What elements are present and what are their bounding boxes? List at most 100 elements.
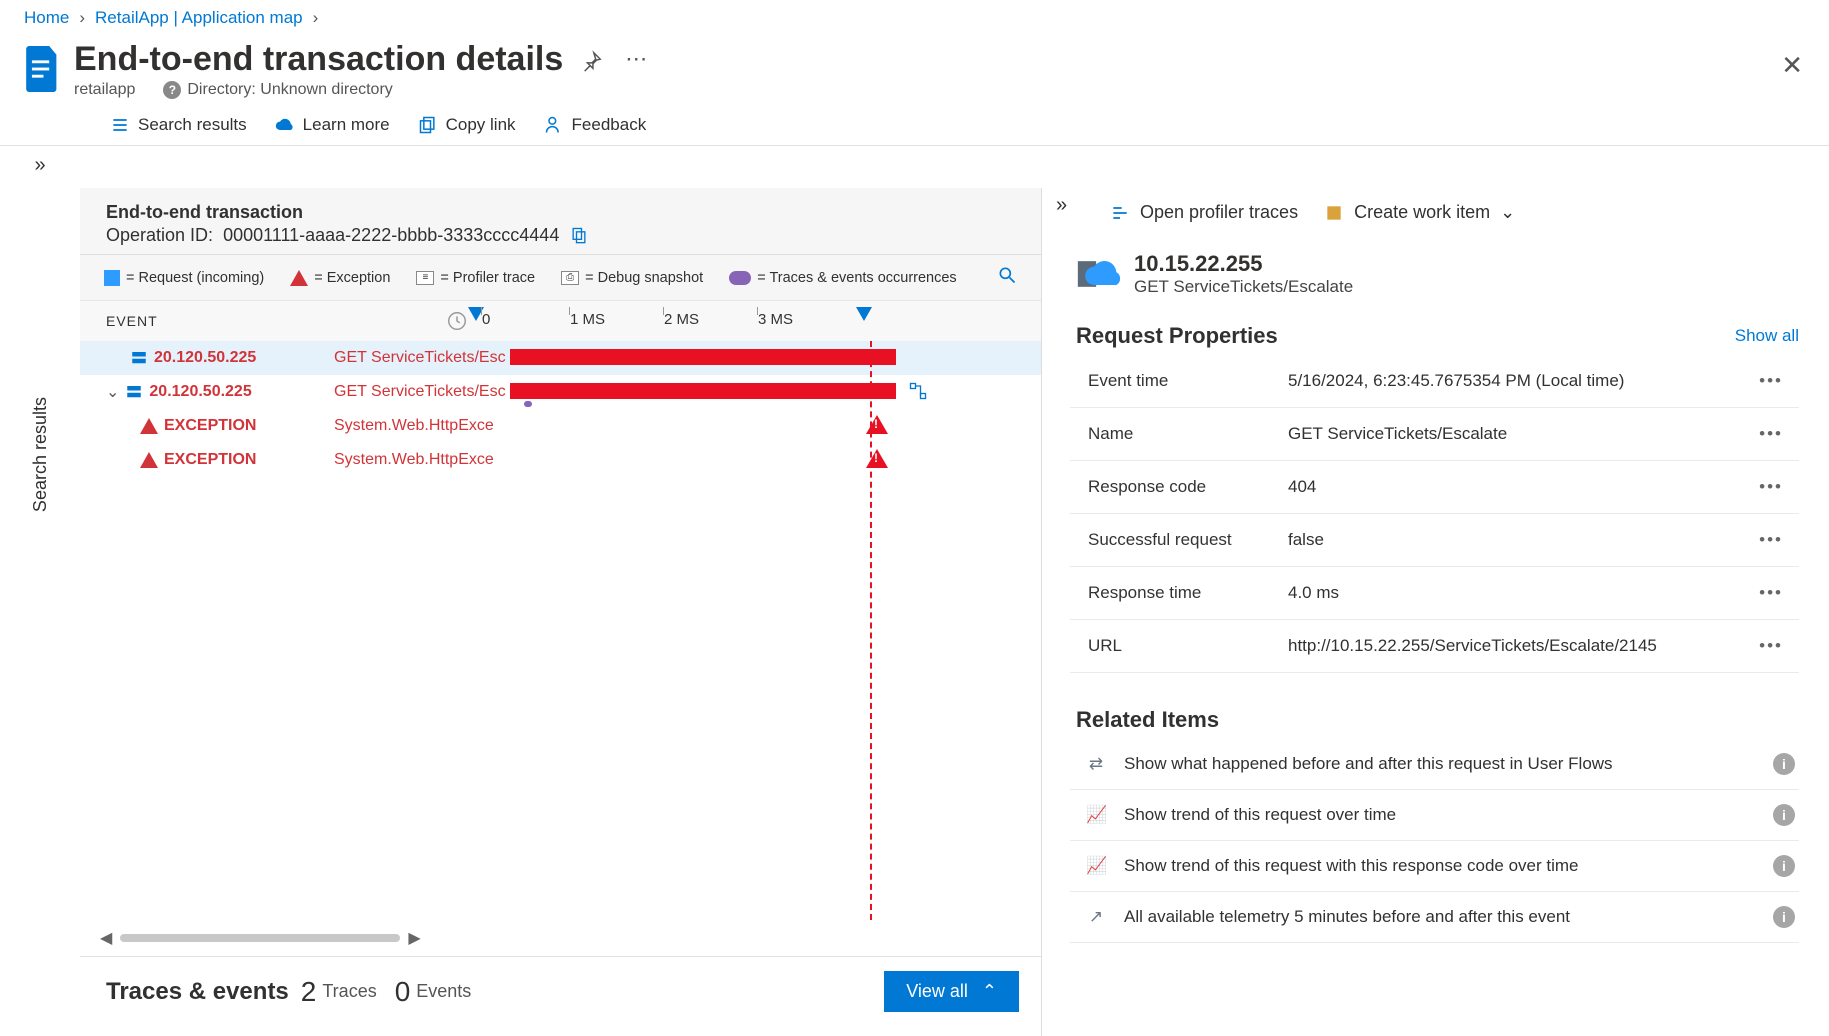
tick-3: 3 MS [758,311,793,328]
expand-rail-icon[interactable]: » [34,154,45,177]
breadcrumb-app[interactable]: RetailApp | Application map [95,8,303,28]
legend-debug: ⎙= Debug snapshot [561,270,703,286]
request-properties-title: Request Properties Show all [1076,323,1799,349]
pin-icon[interactable] [581,50,603,77]
page-subtitle: retailapp [74,81,135,99]
toolbar-copy-link[interactable]: Copy link [418,115,516,135]
main-area: End-to-end transaction Operation ID: 000… [80,188,1829,1036]
list-icon [110,115,130,135]
chevron-down-icon: ⌄ [1500,202,1515,223]
breadcrumb: Home › RetailApp | Application map › [0,0,1829,32]
operation-id-label: Operation ID: [106,225,213,246]
legend-exception: = Exception [290,270,390,286]
clock-icon[interactable] [446,310,468,332]
exception-detail: System.Web.HttpExce [334,451,510,469]
legend-search-icon[interactable] [997,265,1017,290]
row-operation: GET ServiceTickets/Esc [334,383,510,401]
timeline-row-request-2[interactable]: ⌄ 20.120.50.225 GET ServiceTickets/Esc [80,375,1041,409]
horizontal-scrollbar[interactable]: ◀ ▶ [80,920,1041,956]
related-trend[interactable]: 📈 Show trend of this request over time i [1070,790,1799,841]
exception-marker-icon [866,415,888,434]
exception-label: EXCEPTION [164,451,256,469]
toolbar-learn-more[interactable]: Learn more [275,115,390,135]
info-icon[interactable]: i [1773,804,1795,826]
breadcrumb-home[interactable]: Home [24,8,69,28]
cloud-server-icon [1076,254,1120,294]
close-icon[interactable]: ✕ [1781,50,1803,81]
more-icon[interactable]: ••• [1747,477,1795,497]
create-work-item[interactable]: Create work item ⌄ [1324,202,1515,223]
prop-successful-request: Successful request false ••• [1070,514,1799,567]
prop-url: URL http://10.15.22.255/ServiceTickets/E… [1070,620,1799,673]
triangle-red-icon [290,270,308,286]
related-items-title: Related Items [1076,707,1799,733]
timeline-row-exception-2[interactable]: EXCEPTION System.Web.HttpExce [80,443,1041,477]
info-icon[interactable]: i [1773,753,1795,775]
view-all-button[interactable]: View all ⌃ [884,971,1019,1012]
prop-response-time: Response time 4.0 ms ••• [1070,567,1799,620]
exception-icon [140,452,158,468]
timeline-row-exception-1[interactable]: EXCEPTION System.Web.HttpExce [80,409,1041,443]
events-label: Events [416,981,471,1002]
timeline-body: 20.120.50.225 GET ServiceTickets/Esc ⌄ 2… [80,341,1041,920]
directory-label: ? Directory: Unknown directory [163,81,392,99]
scroll-track[interactable] [120,934,400,942]
more-icon[interactable]: ••• [1747,530,1795,550]
operation-id-value: 00001111-aaaa-2222-bbbb-3333cccc4444 [223,225,559,246]
scroll-left-icon[interactable]: ◀ [100,928,112,948]
related-trend-code[interactable]: 📈 Show trend of this request with this r… [1070,841,1799,892]
event-column-header: EVENT [106,313,446,329]
collapse-details-icon[interactable]: » [1056,194,1067,217]
timeline-header: End-to-end transaction Operation ID: 000… [80,188,1041,255]
timeline-ticks: 0 1 MS 2 MS 3 MS [476,307,1031,335]
show-all-link[interactable]: Show all [1735,326,1799,346]
prop-name: Name GET ServiceTickets/Escalate ••• [1070,408,1799,461]
arrow-icon: ↗ [1086,907,1106,927]
legend-traces: = Traces & events occurrences [729,270,956,286]
marker-end[interactable] [856,307,872,321]
tick-0: 0 [482,311,490,328]
host-header: 10.15.22.255 GET ServiceTickets/Escalate [1070,233,1799,303]
more-icon[interactable]: ••• [1747,636,1795,656]
copy-id-icon[interactable] [569,226,589,246]
profiler-trace-icon: ≡ [416,271,434,285]
info-icon: ? [163,81,181,99]
more-icon[interactable]: ••• [1747,371,1795,391]
related-telemetry[interactable]: ↗ All available telemetry 5 minutes befo… [1070,892,1799,943]
chevron-down-icon[interactable]: ⌄ [106,382,119,402]
left-rail: » Search results [20,150,60,910]
related-user-flows[interactable]: ⇄ Show what happened before and after th… [1070,739,1799,790]
server-icon [125,383,143,401]
flow-icon[interactable] [908,381,928,401]
tick-2: 2 MS [664,311,699,328]
traces-events-title: Traces & events [106,978,289,1006]
more-icon[interactable]: ••• [1747,583,1795,603]
scroll-right-icon[interactable]: ▶ [408,928,420,948]
more-icon[interactable]: ⋯ [625,46,647,72]
timeline-row-request-1[interactable]: 20.120.50.225 GET ServiceTickets/Esc [80,341,1041,375]
toolbar-search-results[interactable]: Search results [110,115,247,135]
exception-icon [140,418,158,434]
exception-marker-icon [866,449,888,468]
more-icon[interactable]: ••• [1747,424,1795,444]
left-rail-label: Search results [30,397,51,512]
info-icon[interactable]: i [1773,855,1795,877]
tick-1: 1 MS [570,311,605,328]
user-flows-icon: ⇄ [1086,754,1106,774]
row-ip: 20.120.50.225 [154,349,256,367]
details-pane: » Open profiler traces Create work item … [1042,188,1829,1036]
info-icon[interactable]: i [1773,906,1795,928]
toolbar-feedback[interactable]: Feedback [544,115,647,135]
open-profiler-traces[interactable]: Open profiler traces [1110,202,1298,223]
timeline-pane: End-to-end transaction Operation ID: 000… [80,188,1042,1036]
person-icon [544,115,564,135]
chart-icon: 📈 [1086,805,1106,825]
traces-count: 2 [301,976,317,1008]
timeline-legend: = Request (incoming) = Exception ≡= Prof… [80,255,1041,301]
row-operation: GET ServiceTickets/Esc [334,349,510,367]
details-actions: Open profiler traces Create work item ⌄ [1070,188,1799,233]
prop-event-time: Event time 5/16/2024, 6:23:45.7675354 PM… [1070,355,1799,408]
bar [510,383,896,399]
cloud-icon [275,115,295,135]
profiler-icon [1110,203,1130,223]
